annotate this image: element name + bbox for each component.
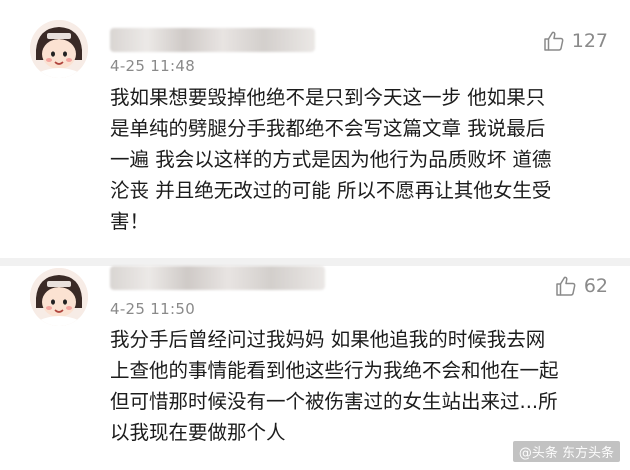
like-button[interactable]: 62 (554, 274, 608, 298)
comment-2: 4-25 11:50 62 我分手后曾经问过我妈妈 如果他追我的时候我去网 上查… (0, 262, 630, 470)
comment-time: 4-25 11:50 (110, 300, 196, 318)
comment-text: 我分手后曾经问过我妈妈 如果他追我的时候我去网 上查他的事情能看到他这些行为我绝… (110, 328, 559, 444)
like-count: 127 (571, 30, 608, 52)
avatar[interactable] (30, 268, 88, 326)
comment-1: 4-25 11:48 127 我如果想要毁掉他绝不是只到今天这一步 他如果只 是… (0, 0, 630, 262)
cartoon-girl-avatar-icon (30, 268, 88, 326)
cartoon-girl-avatar-icon (30, 20, 88, 78)
thumbs-up-icon (543, 31, 564, 51)
like-count: 62 (583, 275, 608, 297)
watermark: @头条 东方头条 (512, 441, 620, 462)
comment-time: 4-25 11:48 (110, 57, 196, 75)
username-blurred[interactable] (110, 28, 315, 52)
comment-text: 我如果想要毁掉他绝不是只到今天这一步 他如果只 是单纯的劈腿分手我都绝不会写这篇… (110, 86, 552, 233)
avatar[interactable] (30, 20, 88, 78)
thumbs-up-icon (556, 276, 576, 296)
like-button[interactable]: 127 (542, 29, 608, 53)
username-blurred[interactable] (110, 266, 325, 290)
